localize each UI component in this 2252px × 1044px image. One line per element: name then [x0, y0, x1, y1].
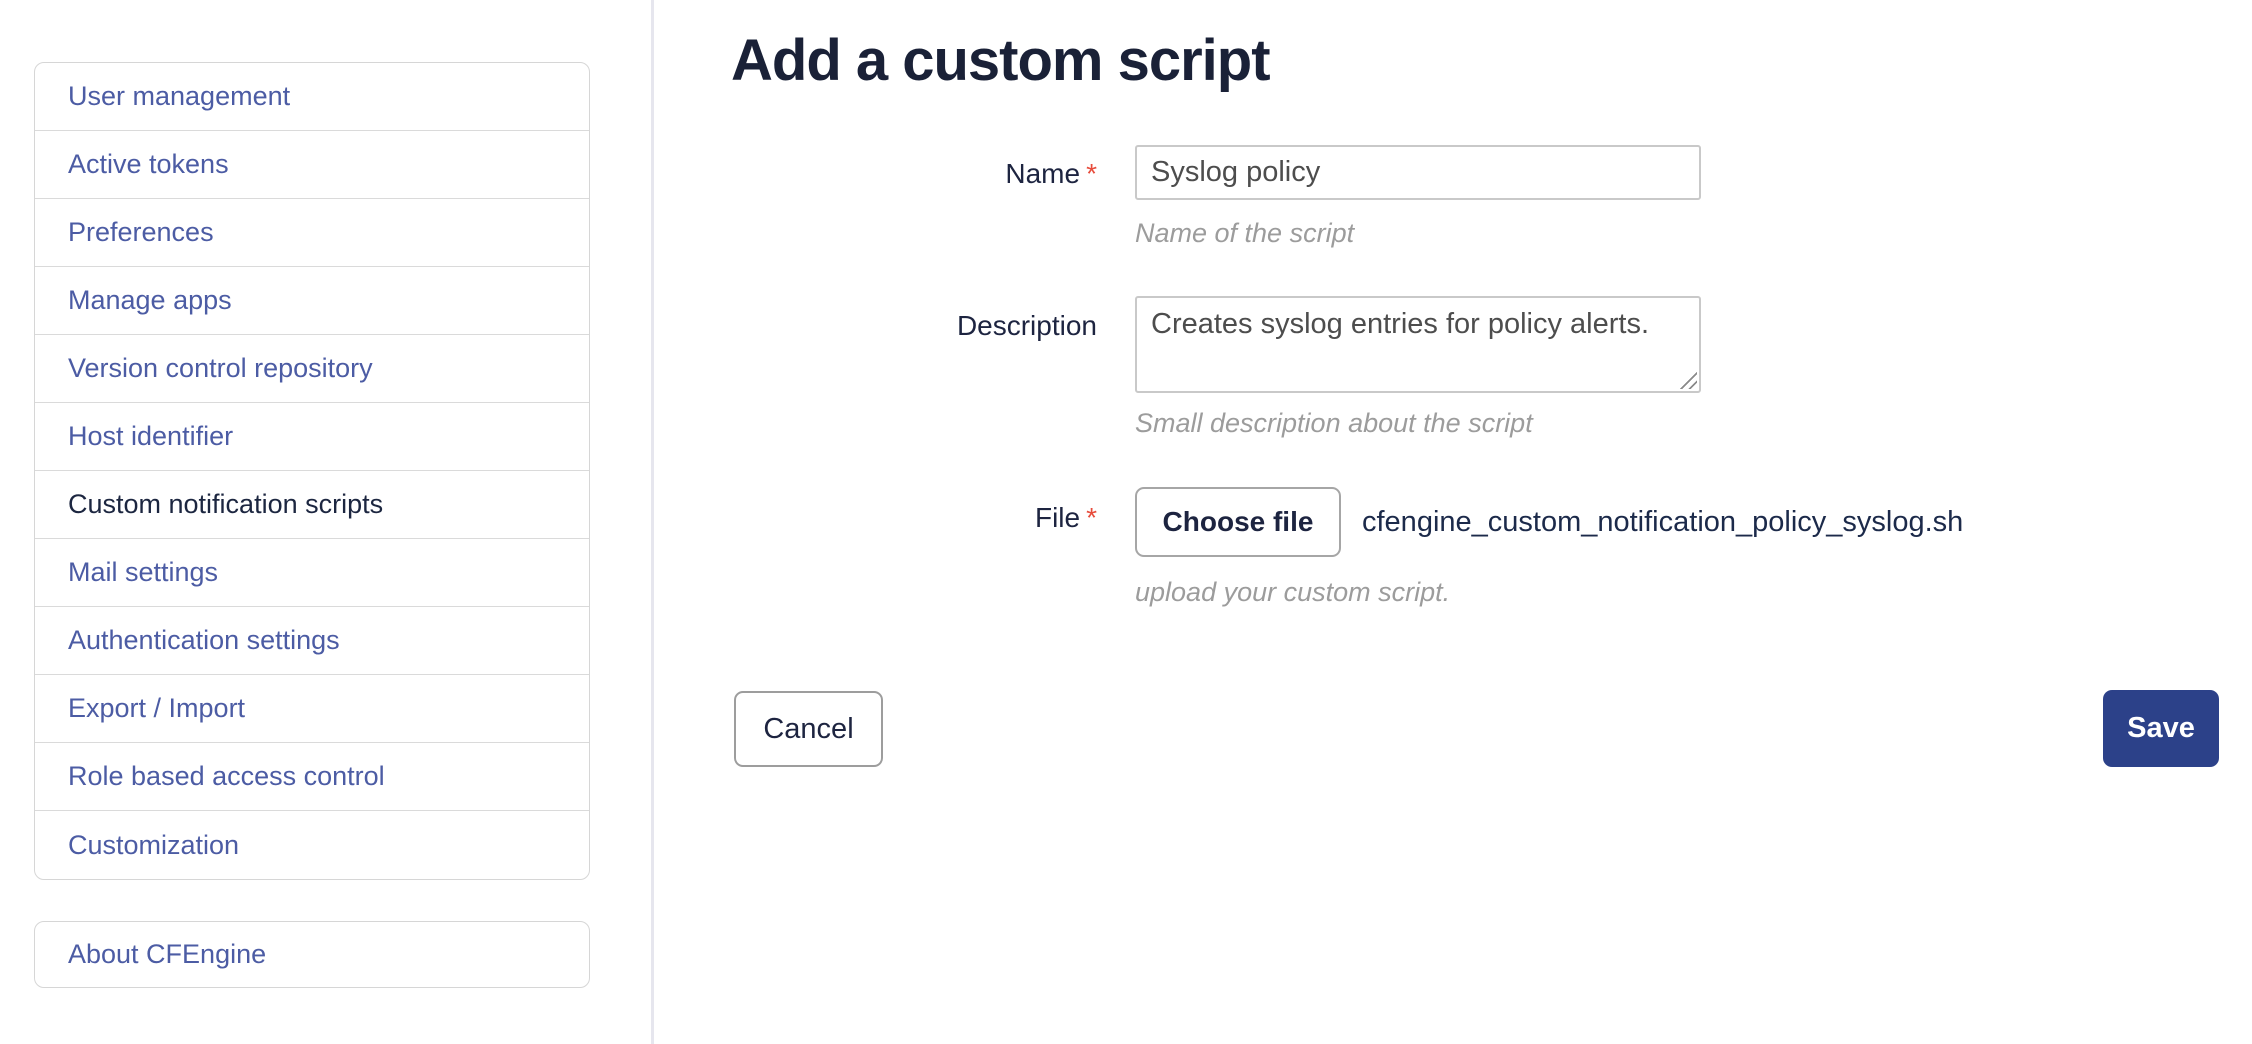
file-helper-text: upload your custom script. [1135, 577, 1450, 608]
sidebar-item-host-identifier[interactable]: Host identifier [35, 403, 589, 471]
sidebar-item-active-tokens[interactable]: Active tokens [35, 131, 589, 199]
name-label-text: Name [1005, 158, 1080, 189]
sidebar-item-mail-settings[interactable]: Mail settings [35, 539, 589, 607]
sidebar-item-role-based-access-control[interactable]: Role based access control [35, 743, 589, 811]
sidebar-item-user-management[interactable]: User management [35, 63, 589, 131]
selected-filename: cfengine_custom_notification_policy_sysl… [1362, 487, 1963, 557]
file-label-text: File [1035, 502, 1080, 533]
file-label: File* [733, 502, 1097, 534]
required-asterisk: * [1080, 502, 1097, 533]
name-label: Name* [733, 158, 1097, 190]
save-button[interactable]: Save [2103, 690, 2219, 767]
column-divider [651, 0, 654, 1044]
settings-sidebar: User management Active tokens Preference… [34, 62, 590, 880]
choose-file-button[interactable]: Choose file [1135, 487, 1341, 557]
name-helper-text: Name of the script [1135, 218, 1354, 249]
description-field-wrap: Creates syslog entries for policy alerts… [1135, 296, 1701, 393]
settings-page: User management Active tokens Preference… [0, 0, 2252, 1044]
description-helper-text: Small description about the script [1135, 408, 1533, 439]
sidebar-item-preferences[interactable]: Preferences [35, 199, 589, 267]
sidebar-item-manage-apps[interactable]: Manage apps [35, 267, 589, 335]
page-title: Add a custom script [731, 26, 1270, 96]
sidebar-item-custom-notification-scripts[interactable]: Custom notification scripts [35, 471, 589, 539]
sidebar-item-version-control-repository[interactable]: Version control repository [35, 335, 589, 403]
sidebar-item-authentication-settings[interactable]: Authentication settings [35, 607, 589, 675]
sidebar-item-export-import[interactable]: Export / Import [35, 675, 589, 743]
name-input[interactable] [1135, 145, 1701, 200]
required-asterisk: * [1080, 158, 1097, 189]
cancel-button[interactable]: Cancel [734, 691, 883, 767]
sidebar-item-customization[interactable]: Customization [35, 811, 589, 879]
description-textarea[interactable]: Creates syslog entries for policy alerts… [1135, 296, 1701, 393]
description-label: Description [733, 310, 1097, 342]
sidebar-item-about-cfengine[interactable]: About CFEngine [34, 921, 590, 988]
